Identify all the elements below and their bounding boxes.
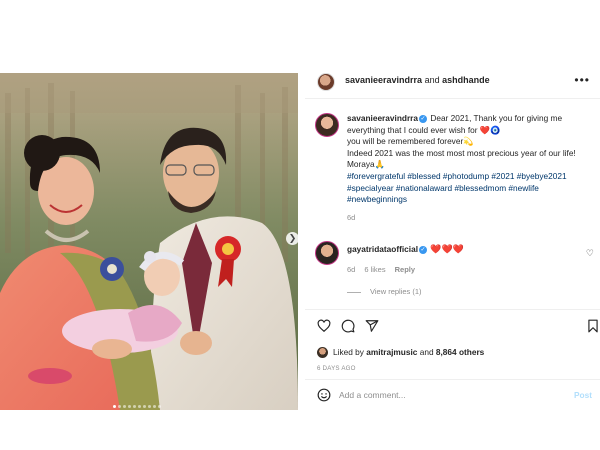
- caption-line-4: Moraya🙏: [347, 159, 385, 170]
- likes-middle: and: [417, 347, 436, 357]
- comment-like-heart-icon[interactable]: ♡: [586, 248, 594, 259]
- actions-divider: [305, 309, 600, 310]
- collaborator-username[interactable]: ashdhande: [442, 75, 490, 85]
- post-comment-button[interactable]: Post: [574, 390, 592, 400]
- carousel-dot: [123, 405, 126, 408]
- caption-line-2: you will be remembered forever💫: [347, 136, 474, 147]
- carousel-dot: [133, 405, 136, 408]
- caption-author-avatar[interactable]: [315, 113, 339, 137]
- family-photo-image: [0, 73, 298, 410]
- header-divider: [305, 98, 600, 99]
- comment-meta: 6d 6 likes Reply: [347, 265, 424, 274]
- likes-summary: Liked by amitrajmusic and 8,864 others: [317, 347, 484, 359]
- carousel-dot: [128, 405, 131, 408]
- liker-avatar[interactable]: [317, 347, 328, 359]
- comment-time[interactable]: 6d: [347, 265, 355, 274]
- author-username[interactable]: savanieeravindrra: [345, 75, 422, 85]
- caption-time[interactable]: 6d: [347, 212, 595, 224]
- post-side-panel: savanieeravindrra and ashdhande ••• sava…: [305, 73, 600, 410]
- comment-icon[interactable]: [341, 319, 355, 333]
- comment-box-divider: [305, 379, 600, 380]
- author-and-text: and: [422, 75, 443, 85]
- share-icon[interactable]: [365, 319, 379, 333]
- author-avatar[interactable]: [317, 73, 335, 91]
- add-comment-bar: Post: [305, 385, 600, 410]
- carousel-dot: [113, 405, 116, 408]
- likes-prefix: Liked by: [333, 347, 367, 357]
- verified-icon: ✓: [419, 114, 428, 123]
- next-slide-button[interactable]: ❯: [286, 232, 298, 245]
- commenter-avatar[interactable]: [315, 241, 339, 265]
- carousel-dots: [113, 405, 161, 408]
- post-photo[interactable]: ❯: [0, 73, 298, 410]
- comment-likes[interactable]: 6 likes: [364, 265, 385, 274]
- caption-line-3: Indeed 2021 was the most most most preci…: [347, 147, 576, 158]
- carousel-dot: [138, 405, 141, 408]
- comment-text: ❤️❤️❤️: [430, 244, 464, 254]
- instagram-post: ❯ savanieeravindrra and ashdhande ••• sa…: [0, 73, 600, 410]
- heart-icon[interactable]: [317, 319, 331, 333]
- caption-username[interactable]: savanieeravindrra: [347, 113, 418, 123]
- bookmark-icon[interactable]: [586, 319, 600, 333]
- post-date[interactable]: 6 DAYS AGO: [317, 365, 356, 372]
- carousel-dot: [158, 405, 161, 408]
- post-authors: savanieeravindrra and ashdhande: [345, 75, 490, 85]
- post-actions: [317, 319, 600, 335]
- reply-button[interactable]: Reply: [395, 265, 415, 274]
- carousel-dot: [118, 405, 121, 408]
- verified-icon: ✓: [419, 245, 428, 254]
- carousel-dot: [148, 405, 151, 408]
- liker-username[interactable]: amitrajmusic: [366, 347, 417, 357]
- more-horizontal-icon[interactable]: •••: [574, 73, 590, 87]
- emoji-icon[interactable]: [317, 388, 331, 402]
- likes-others[interactable]: 8,864 others: [436, 347, 484, 357]
- comment-input[interactable]: [339, 387, 564, 403]
- commenter-username[interactable]: gayatridataofficial: [347, 244, 418, 254]
- caption-hashtags[interactable]: #forevergrateful #blessed #photodump #20…: [347, 171, 567, 204]
- carousel-dot: [153, 405, 156, 408]
- comment-body: gayatridataofficial ✓ ❤️❤️❤️: [347, 244, 464, 255]
- post-header: savanieeravindrra and ashdhande •••: [305, 73, 600, 93]
- carousel-dot: [143, 405, 146, 408]
- caption-body: savanieeravindrra ✓ Dear 2021, Thank you …: [347, 113, 595, 223]
- view-replies-button[interactable]: View replies (1): [347, 287, 422, 296]
